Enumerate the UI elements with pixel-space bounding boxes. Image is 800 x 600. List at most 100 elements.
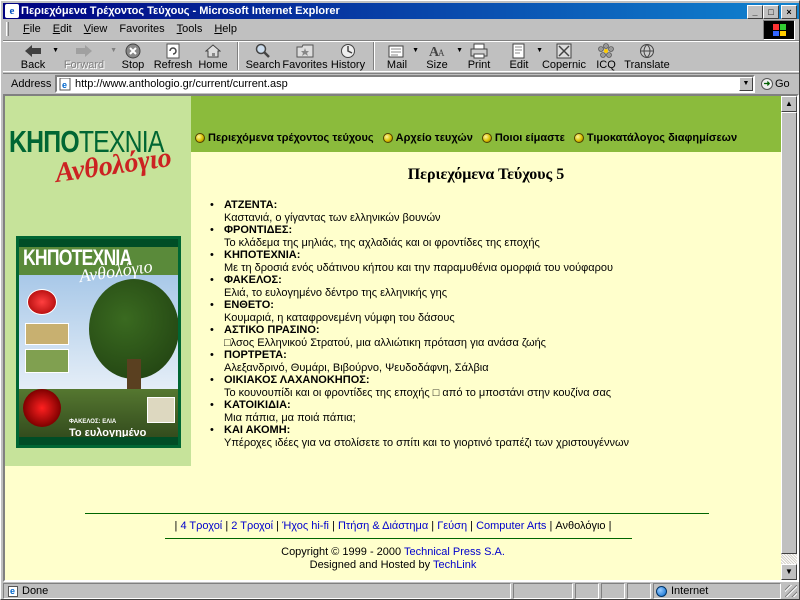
ie-icon[interactable]: e xyxy=(5,4,19,18)
list-item: ΑΣΤΙΚΟ ΠΡΑΣΙΝΟ:□λσος Ελληνικού Στρατού, … xyxy=(210,324,770,349)
forward-arrow-icon xyxy=(74,42,94,59)
status-pane xyxy=(627,583,651,599)
copernic-button[interactable]: Copernic xyxy=(539,41,589,71)
mail-button[interactable]: Mail ▼ xyxy=(379,41,419,71)
footer-link-flight-space[interactable]: Πτήση & Διάστημα xyxy=(338,520,428,532)
list-item: ΚΑΤΟΙΚΙΔΙΑ:Μια πάπια, μα ποιά πάπια; xyxy=(210,399,770,424)
cover-thumbnail xyxy=(25,323,69,345)
page-done-icon xyxy=(8,584,18,598)
scroll-up-button[interactable]: ▲ xyxy=(781,96,797,112)
title-bar[interactable]: e Περιεχόμενα Τρέχοντος Τεύχους - Micros… xyxy=(3,3,799,19)
refresh-button[interactable]: Refresh xyxy=(153,41,193,71)
internet-globe-icon xyxy=(656,585,667,597)
home-button[interactable]: Home xyxy=(193,41,233,71)
refresh-icon xyxy=(163,42,183,59)
scroll-thumb[interactable] xyxy=(781,112,797,554)
favorites-folder-icon xyxy=(295,42,315,59)
nav-current-issue[interactable]: Περιεχόμενα τρέχοντος τεύχους xyxy=(195,132,374,144)
address-bar: Address e http://www.anthologio.gr/curre… xyxy=(3,73,799,93)
content-viewport: ΚΗΠΟΤΕΧΝΙΑ Ανθολόγιο ΚΗΠΟΤΕΧΝΙΑ Ανθολόγι… xyxy=(3,94,799,582)
nav-ad-prices[interactable]: Τιμοκατάλογος διαφημίσεων xyxy=(573,132,737,144)
list-item: ΚΑΙ ΑΚΟΜΗ:Υπέροχες ιδέες για να στολίσετ… xyxy=(210,424,770,449)
cover-thumbnail xyxy=(25,349,69,373)
bullet-ball-icon xyxy=(382,133,393,143)
menu-favorites[interactable]: Favorites xyxy=(113,23,170,35)
magazine-cover-image[interactable]: ΚΗΠΟΤΕΧΝΙΑ Ανθολόγιο ΦΑΚΕΛΟΣ: ΕΛΙΑ Το ευ… xyxy=(16,236,181,448)
window-title: Περιεχόμενα Τρέχοντος Τεύχους - Microsof… xyxy=(21,5,340,17)
list-item: ΦΑΚΕΛΟΣ:Ελιά, το ευλογημένο δέντρο της ε… xyxy=(210,274,770,299)
menu-file[interactable]: File xyxy=(17,23,47,35)
list-item: ΟΙΚΙΑΚΟΣ ΛΑΧΑΝΟΚΗΠΟΣ:Το κουνουπίδι και ο… xyxy=(210,374,770,399)
search-button[interactable]: Search xyxy=(243,41,283,71)
translate-button[interactable]: Translate xyxy=(623,41,671,71)
standard-toolbar: Back ▼ Forward ▼ Stop Refresh Home Search … xyxy=(3,40,799,72)
edit-button[interactable]: Edit ▼ xyxy=(499,41,543,71)
footer-link-hifi[interactable]: Ήχος hi-fi xyxy=(282,520,329,532)
menu-help[interactable]: Help xyxy=(208,23,243,35)
list-item: ΚΗΠΟΤΕΧΝΙΑ:Με τη δροσιά ενός υδάτινου κή… xyxy=(210,249,770,274)
site-logo[interactable]: ΚΗΠΟΤΕΧΝΙΑ Ανθολόγιο xyxy=(9,126,189,190)
toolbar-separator xyxy=(237,42,239,70)
browser-window: e Περιεχόμενα Τρέχοντος Τεύχους - Micros… xyxy=(0,0,800,600)
footer-link-4-wheels[interactable]: 4 Τροχοί xyxy=(180,520,222,532)
footer-links: | 4 Τροχοί | 2 Τροχοί | Ήχος hi-fi | Πτή… xyxy=(174,520,612,532)
search-icon xyxy=(253,42,273,59)
mail-icon xyxy=(387,42,407,59)
menu-grip[interactable] xyxy=(6,22,9,36)
menu-bar: File Edit View Favorites Tools Help xyxy=(3,20,763,38)
nav-archive[interactable]: Αρχείο τευχών xyxy=(382,132,473,144)
go-button[interactable]: ➜ Go xyxy=(761,77,790,90)
technical-press-link[interactable]: Technical Press S.A. xyxy=(404,546,505,558)
status-pane xyxy=(601,583,625,599)
history-button[interactable]: History xyxy=(327,41,369,71)
menu-view[interactable]: View xyxy=(78,23,114,35)
footer-divider xyxy=(85,513,709,514)
forward-button[interactable]: Forward ▼ xyxy=(55,41,117,71)
vertical-scrollbar[interactable]: ▲ ▼ xyxy=(781,96,797,580)
address-input[interactable]: e http://www.anthologio.gr/current/curre… xyxy=(55,74,755,93)
menu-tools[interactable]: Tools xyxy=(171,23,209,35)
close-button[interactable]: × xyxy=(781,5,797,19)
stop-button[interactable]: Stop xyxy=(113,41,153,71)
bullet-ball-icon xyxy=(481,133,492,143)
footer-link-2-wheels[interactable]: 2 Τροχοί xyxy=(231,520,273,532)
page-icon: e xyxy=(59,77,71,90)
techlink-link[interactable]: TechLink xyxy=(433,559,476,571)
status-text-pane: Done xyxy=(3,583,511,599)
bullet-ball-icon xyxy=(195,133,205,143)
footer-link-computer-arts[interactable]: Computer Arts xyxy=(476,520,546,532)
svg-text:e: e xyxy=(62,80,67,90)
favorites-button[interactable]: Favorites xyxy=(282,41,328,71)
list-item: ΠΟΡΤΡΕΤΑ:Αλεξανδρινό, Θυμάρι, Βιβούρνο, … xyxy=(210,349,770,374)
contents-list: ΑΤΖΕΝΤΑ:Καστανιά, ο γίγαντας των ελληνικ… xyxy=(210,199,770,449)
edit-page-icon xyxy=(509,42,529,59)
left-column: ΚΗΠΟΤΕΧΝΙΑ Ανθολόγιο ΚΗΠΟΤΕΧΝΙΑ Ανθολόγι… xyxy=(5,96,191,466)
print-button[interactable]: Print xyxy=(459,41,499,71)
resize-grip[interactable] xyxy=(785,585,797,597)
scroll-down-button[interactable]: ▼ xyxy=(781,564,797,580)
status-bar: Done Internet xyxy=(3,583,799,599)
history-icon xyxy=(338,42,358,59)
status-pane xyxy=(575,583,599,599)
bullet-ball-icon xyxy=(573,133,584,143)
status-pane xyxy=(513,583,573,599)
menu-edit[interactable]: Edit xyxy=(47,23,78,35)
icq-flower-icon xyxy=(596,42,616,59)
icq-button[interactable]: ICQ xyxy=(589,41,623,71)
nav-about[interactable]: Ποιοι είμαστε xyxy=(481,132,565,144)
copyright: Copyright © 1999 - 2000 Technical Press … xyxy=(281,546,505,571)
svg-text:A: A xyxy=(438,48,445,58)
toolbar-separator xyxy=(373,42,375,70)
size-button[interactable]: AA Size ▼ xyxy=(415,41,463,72)
copernic-icon xyxy=(554,42,574,59)
activity-throbber xyxy=(763,20,795,40)
security-zone-pane[interactable]: Internet xyxy=(653,583,781,599)
back-arrow-icon xyxy=(23,42,43,59)
back-button[interactable]: Back ▼ xyxy=(11,41,59,71)
web-page: ΚΗΠΟΤΕΧΝΙΑ Ανθολόγιο ΚΗΠΟΤΕΧΝΙΑ Ανθολόγι… xyxy=(5,96,781,580)
maximize-button[interactable]: □ xyxy=(763,5,779,19)
address-url: http://www.anthologio.gr/current/current… xyxy=(75,77,288,90)
footer-link-taste[interactable]: Γεύση xyxy=(437,520,467,532)
address-dropdown-button[interactable]: ▼ xyxy=(739,76,753,91)
minimize-button[interactable]: _ xyxy=(747,5,763,19)
